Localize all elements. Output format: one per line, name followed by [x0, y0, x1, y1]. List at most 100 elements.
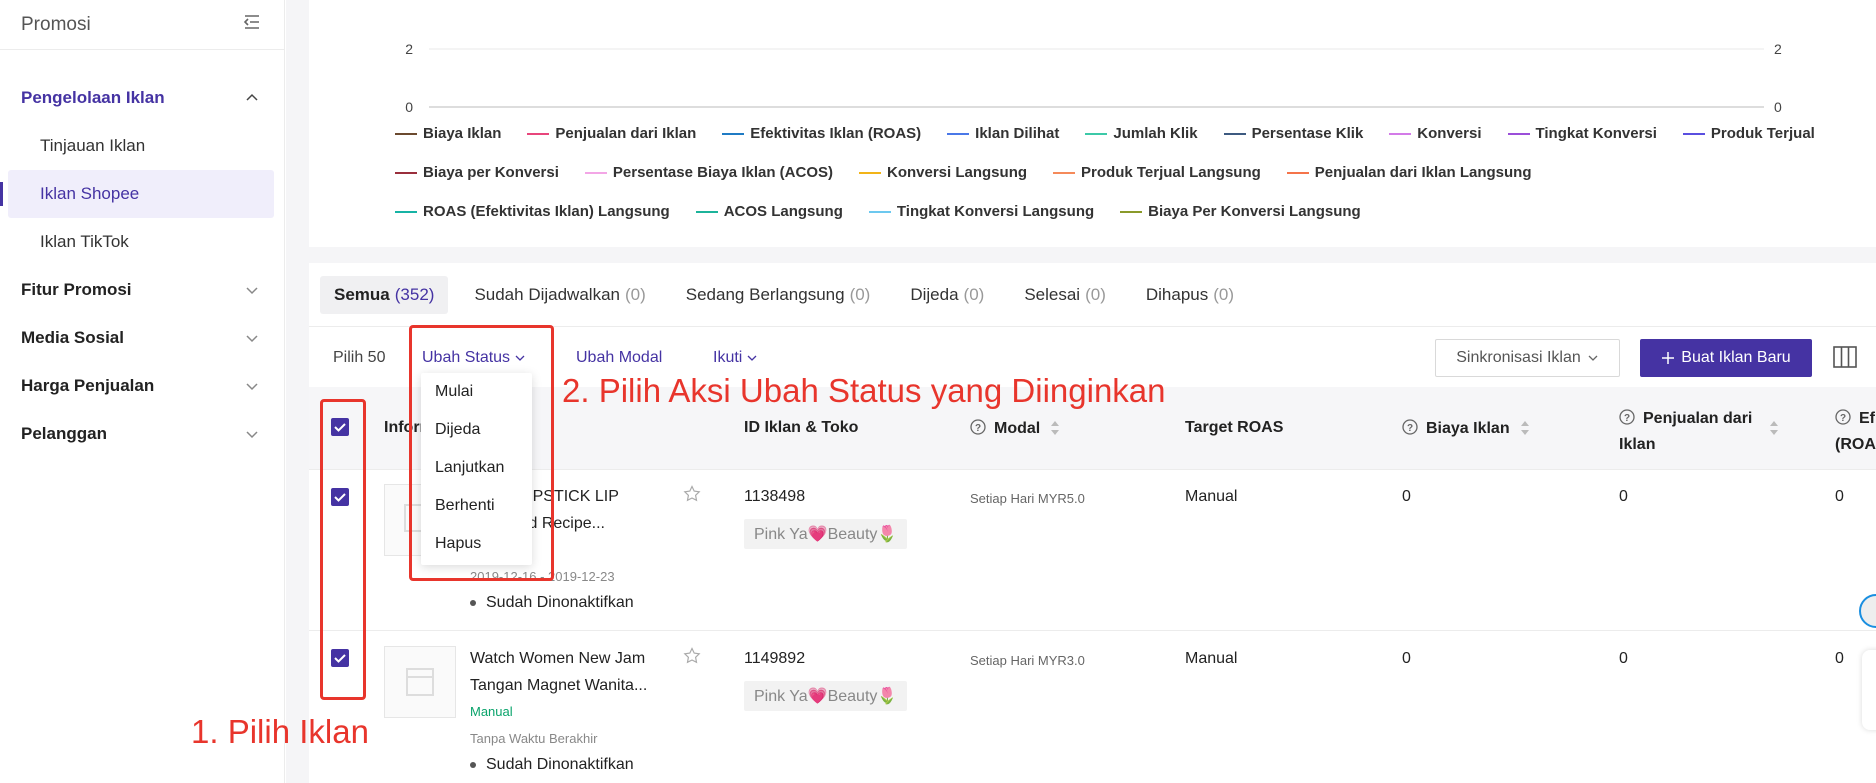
ad-status-label: Sudah Dinonaktifkan: [486, 756, 634, 773]
legend-row: Biaya Iklan Penjualan dari Iklan Efektivit…: [395, 114, 1875, 153]
columns-icon[interactable]: [1832, 344, 1858, 370]
svg-text:?: ?: [1624, 413, 1630, 424]
tab-dijeda[interactable]: Dijeda (0): [896, 276, 998, 314]
collapse-sidebar-icon[interactable]: [242, 12, 262, 37]
tab-selesai[interactable]: Selesai (0): [1010, 276, 1120, 314]
sidebar-item-iklan-shopee[interactable]: Iklan Shopee: [0, 170, 274, 218]
legend-label: Persentase Klik: [1251, 125, 1364, 142]
legend-item[interactable]: Biaya per Konversi: [395, 164, 559, 181]
select-count-label: Pilih 50: [333, 349, 386, 366]
tab-label: Sedang Berlangsung: [685, 285, 845, 304]
tab-count: (0): [963, 285, 985, 304]
tab-label: Dijeda: [910, 285, 959, 304]
legend-item[interactable]: Persentase Biaya Iklan (ACOS): [584, 164, 833, 181]
product-name[interactable]: Watch Women New Jam Tangan Magnet Wanita.…: [470, 645, 660, 699]
tab-sudah-dijadwalkan[interactable]: Sudah Dijadwalkan (0): [460, 276, 659, 314]
create-ad-button[interactable]: Buat Iklan Baru: [1640, 339, 1812, 377]
column-sales[interactable]: ? Penjualan dari Iklan: [1619, 406, 1752, 458]
ad-status: Sudah Dinonaktifkan: [470, 594, 634, 612]
sort-icon[interactable]: [1769, 419, 1779, 437]
legend-swatch: [1682, 132, 1705, 135]
legend-swatch: [859, 171, 881, 174]
legend-item[interactable]: Iklan Dilihat: [947, 125, 1059, 142]
y-tick-left-bottom: 0: [405, 99, 413, 115]
legend-item[interactable]: Persentase Klik: [1223, 125, 1364, 142]
column-id-shop: ID Iklan & Toko: [744, 419, 859, 436]
legend-label: Penjualan dari Iklan Langsung: [1314, 164, 1532, 181]
tab-semua[interactable]: Semua (352): [320, 276, 449, 314]
ad-id: 1138498: [744, 488, 806, 505]
legend-item[interactable]: Produk Terjual: [1682, 125, 1815, 142]
column-budget[interactable]: ? Modal: [970, 419, 1060, 438]
legend-item[interactable]: Penjualan dari Iklan: [527, 125, 696, 142]
sidebar-title: Promosi: [21, 13, 91, 35]
target-roas: Manual: [1185, 650, 1238, 667]
legend-item[interactable]: Penjualan dari Iklan Langsung: [1286, 164, 1532, 181]
legend-item[interactable]: Biaya Per Konversi Langsung: [1120, 203, 1361, 220]
legend-label: ROAS (Efektivitas Iklan) Langsung: [423, 203, 670, 220]
legend-item[interactable]: ACOS Langsung: [695, 203, 843, 220]
change-budget-button[interactable]: Ubah Modal: [576, 349, 662, 367]
legend-item[interactable]: Tingkat Konversi Langsung: [868, 203, 1094, 220]
follow-label: Ikuti: [713, 349, 743, 366]
sidebar-item-tinjauan-iklan[interactable]: Tinjauan Iklan: [0, 122, 284, 170]
ad-roas: 0: [1835, 488, 1844, 505]
sidebar-group-media-sosial[interactable]: Media Sosial: [0, 314, 284, 362]
legend-item[interactable]: Konversi Langsung: [859, 164, 1027, 181]
sort-icon[interactable]: [1520, 419, 1530, 437]
annotation-step2: 2. Pilih Aksi Ubah Status yang Diinginka…: [562, 372, 1166, 409]
legend-item[interactable]: Jumlah Klik: [1085, 125, 1198, 142]
plus-icon: [1662, 352, 1675, 364]
sidebar-group-fitur-promosi[interactable]: Fitur Promosi: [0, 266, 284, 314]
manual-tag: Manual: [470, 704, 513, 719]
ad-budget: Setiap Hari MYR3.0: [970, 653, 1085, 668]
tab-count: (0): [1085, 285, 1106, 304]
follow-button[interactable]: Ikuti: [713, 349, 758, 367]
legend-item[interactable]: Produk Terjual Langsung: [1053, 164, 1261, 181]
svg-text:?: ?: [1840, 413, 1846, 424]
column-roas[interactable]: ? Ef (ROAS: [1835, 406, 1876, 458]
legend-label: Biaya per Konversi: [423, 164, 559, 181]
star-icon[interactable]: [683, 485, 701, 503]
product-name-line2: Tangan Magnet Wanita...: [470, 677, 648, 694]
tab-dihapus[interactable]: Dihapus (0): [1132, 276, 1248, 314]
column-roas-label: Ef: [1859, 410, 1875, 427]
legend-label: Efektivitas Iklan (ROAS): [750, 125, 922, 142]
sync-ads-button[interactable]: Sinkronisasi Iklan: [1435, 339, 1620, 377]
sidebar-group-label: Pengelolaan Iklan: [21, 88, 165, 107]
sidebar-group-label: Pelanggan: [21, 424, 107, 443]
ad-status-label: Sudah Dinonaktifkan: [486, 594, 634, 611]
chevron-down-icon: [1588, 355, 1598, 361]
status-dot: [470, 599, 476, 606]
star-icon[interactable]: [683, 647, 701, 665]
legend-item[interactable]: Tingkat Konversi: [1507, 125, 1657, 142]
column-sales-label: Penjualan dari: [1643, 410, 1753, 427]
sidebar-group-harga-penjualan[interactable]: Harga Penjualan: [0, 362, 284, 410]
floating-panel-edge[interactable]: [1862, 650, 1876, 730]
chart-legend: Biaya Iklan Penjualan dari Iklan Efektivit…: [395, 114, 1875, 231]
ad-budget: Setiap Hari MYR5.0: [970, 491, 1085, 506]
legend-swatch: [1286, 171, 1309, 174]
tab-count: (0): [849, 285, 871, 304]
legend-item[interactable]: Biaya Iklan: [395, 125, 501, 142]
legend-item[interactable]: Efektivitas Iklan (ROAS): [722, 125, 921, 142]
target-roas: Manual: [1185, 488, 1238, 505]
tab-count: (0): [624, 285, 646, 304]
sidebar-item-iklan-tiktok[interactable]: Iklan TikTok: [0, 218, 284, 266]
sidebar-group-label: Fitur Promosi: [21, 280, 132, 299]
sidebar-group-pelanggan[interactable]: Pelanggan: [0, 410, 284, 458]
chevron-up-icon: [246, 93, 258, 101]
legend-item[interactable]: ROAS (Efektivitas Iklan) Langsung: [395, 203, 670, 220]
sort-icon[interactable]: [1050, 419, 1060, 437]
status-dot: [470, 761, 476, 768]
legend-item[interactable]: Konversi: [1389, 125, 1482, 142]
legend-swatch: [527, 132, 550, 135]
help-icon: ?: [1835, 409, 1851, 425]
legend-label: Biaya Per Konversi Langsung: [1148, 203, 1361, 220]
tab-sedang-berlangsung[interactable]: Sedang Berlangsung (0): [672, 276, 885, 314]
sidebar-group-pengelolaan-iklan[interactable]: Pengelolaan Iklan: [0, 74, 284, 122]
column-ad-cost[interactable]: ? Biaya Iklan: [1402, 419, 1530, 438]
chevron-down-icon: [246, 335, 258, 343]
legend-swatch: [947, 132, 970, 135]
sidebar-header: Promosi: [0, 0, 284, 50]
